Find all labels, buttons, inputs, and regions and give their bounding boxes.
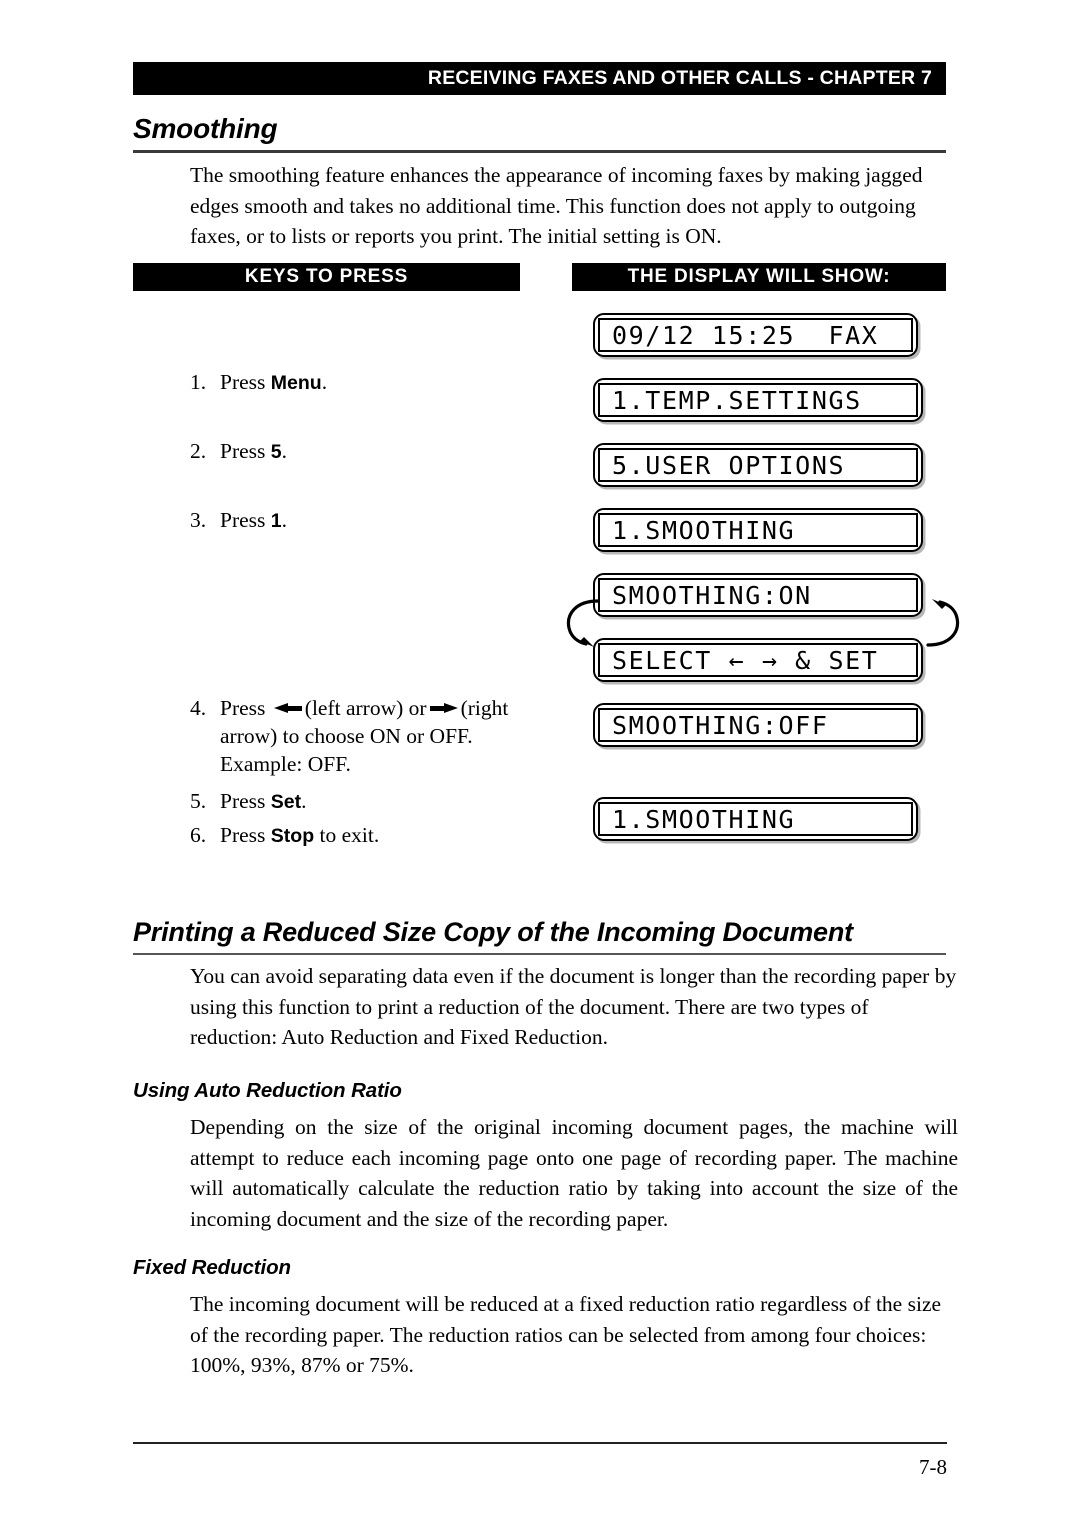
step-text-post: . [321, 370, 328, 394]
heading-rule-smoothing [133, 150, 946, 153]
right-arrow-icon [429, 703, 458, 713]
step-text-pre: Press [220, 508, 271, 532]
page-number: 7-8 [919, 1455, 947, 1479]
lcd-text: 1.SMOOTHING [612, 515, 796, 545]
step-text-post: . [281, 439, 288, 463]
lcd-text: SMOOTHING:ON [612, 580, 812, 610]
step-text: Press Stop to exit. [220, 821, 530, 850]
footer-rule [133, 1442, 947, 1444]
lcd-display-8: 1.SMOOTHING [593, 797, 918, 841]
left-arrow-label: (left arrow) or [304, 696, 427, 720]
loop-arrow-left-icon [566, 599, 600, 647]
step-number: 1. [190, 370, 207, 394]
step-text-pre: Press [220, 439, 271, 463]
step-number: 3. [190, 508, 207, 532]
column-header-keys-to-press: KEYS TO PRESS [133, 263, 520, 291]
step-text: Press (left arrow) or (right arrow) to ch… [220, 694, 535, 778]
key-label: 5 [270, 441, 282, 463]
step-text: Press Menu. [220, 368, 530, 397]
paragraph-auto-reduction: Depending on the size of the original in… [190, 1115, 958, 1231]
step-3: 3. Press 1. [190, 506, 530, 535]
step-5: 5. Press Set. [190, 787, 530, 816]
step-text: Press 1. [220, 506, 530, 535]
lcd-text: 5.USER OPTIONS [612, 450, 846, 480]
step-text: Press 5. [220, 437, 530, 466]
left-arrow-icon [273, 703, 302, 713]
loop-arrow-right-icon [926, 599, 960, 647]
paragraph-smoothing: The smoothing feature enhances the appea… [190, 163, 923, 248]
step-2: 2. Press 5. [190, 437, 530, 466]
lcd-display-7: SMOOTHING:OFF [593, 703, 923, 747]
step-number: 4. [190, 696, 207, 720]
step-number: 2. [190, 439, 207, 463]
heading-rule-reduced-copy [133, 953, 946, 955]
step-text-pre: Press [220, 789, 271, 813]
step-6: 6. Press Stop to exit. [190, 821, 530, 850]
lcd-display-1: 09/12 15:25 FAX [593, 313, 918, 357]
page-title-reduced-copy: Printing a Reduced Size Copy of the Inco… [133, 917, 853, 947]
paragraph-reduced-copy: You can avoid separating data even if th… [190, 964, 957, 1049]
step-text-pre: Press [220, 696, 271, 720]
step-number: 6. [190, 823, 207, 847]
key-label: 1 [270, 510, 282, 532]
step-text-post: . [301, 789, 307, 813]
key-label: Set [270, 791, 302, 813]
step-text-post: . [281, 508, 288, 532]
key-label: Menu [270, 372, 322, 394]
lcd-display-4: 1.SMOOTHING [593, 508, 923, 552]
subheading-auto-reduction-ratio: Using Auto Reduction Ratio [133, 1079, 402, 1102]
column-header-display-will-show: THE DISPLAY WILL SHOW: [572, 263, 946, 291]
lcd-text: SELECT ← → & SET [612, 645, 879, 675]
step-number: 5. [190, 789, 207, 813]
paragraph-fixed-reduction: The incoming document will be reduced at… [190, 1292, 942, 1377]
step-4: 4. Press (left arrow) or (right arrow) to… [190, 694, 535, 778]
lcd-text: 1.TEMP.SETTINGS [612, 385, 862, 415]
lcd-display-3: 5.USER OPTIONS [593, 443, 923, 487]
lcd-display-6: SELECT ← → & SET [593, 638, 923, 682]
key-label: Stop [270, 825, 315, 847]
lcd-text: 09/12 15:25 FAX [612, 320, 879, 350]
step-text-pre: Press [220, 823, 271, 847]
step-text-pre: Press [220, 370, 271, 394]
step-1: 1. Press Menu. [190, 368, 530, 397]
step-text-post: to exit. [314, 823, 380, 847]
lcd-text: 1.SMOOTHING [612, 804, 796, 834]
subheading-fixed-reduction: Fixed Reduction [133, 1256, 291, 1279]
document-page: RECEIVING FAXES AND OTHER CALLS - CHAPTE… [0, 0, 1080, 1526]
chapter-header-bar: RECEIVING FAXES AND OTHER CALLS - CHAPTE… [133, 62, 946, 95]
step-text: Press Set. [220, 787, 530, 816]
page-title-smoothing: Smoothing [133, 113, 278, 144]
lcd-text: SMOOTHING:OFF [612, 710, 829, 740]
lcd-display-2: 1.TEMP.SETTINGS [593, 378, 923, 422]
lcd-display-5: SMOOTHING:ON [593, 573, 923, 617]
